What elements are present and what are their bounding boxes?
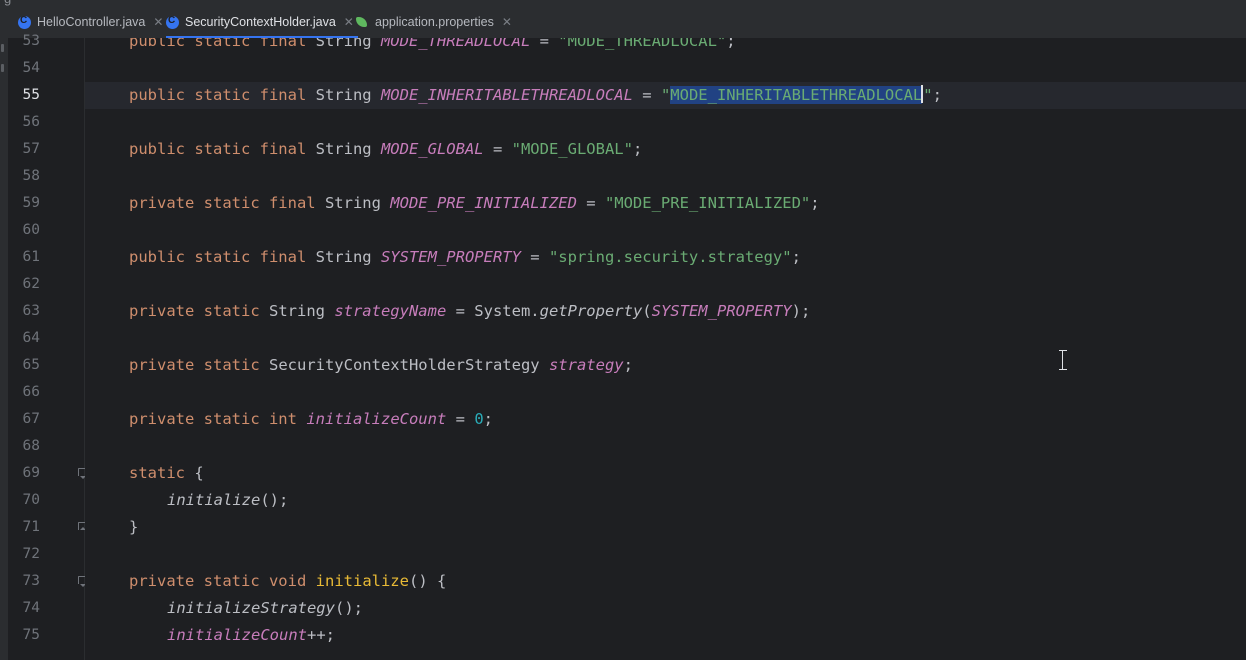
line-number: 67 xyxy=(22,411,40,427)
code-line: public static final String MODE_GLOBAL =… xyxy=(129,140,643,158)
code-line: private static void initialize() { xyxy=(129,572,447,590)
line-number: 65 xyxy=(22,357,40,373)
mouse-ibeam-cursor-icon xyxy=(1059,350,1067,370)
code-line: private static SecurityContextHolderStra… xyxy=(129,356,633,374)
line-number: 70 xyxy=(22,492,40,508)
code-line: private static String strategyName = Sys… xyxy=(129,302,811,320)
java-class-icon xyxy=(166,15,179,29)
tab-label: HelloController.java xyxy=(37,15,146,29)
editor-tab-bar: HelloController.java ✕ SecurityContextHo… xyxy=(0,6,1246,39)
line-number: 69 xyxy=(22,465,40,481)
line-number: 60 xyxy=(22,222,40,238)
text-selection: MODE_INHERITABLETHREADLOCAL xyxy=(670,86,923,104)
code-line: public static final String SYSTEM_PROPER… xyxy=(129,248,801,266)
code-line: static { xyxy=(129,464,204,482)
close-icon[interactable]: ✕ xyxy=(153,15,163,29)
left-tool-strip xyxy=(0,38,8,660)
line-number: 53 xyxy=(22,33,40,49)
code-line: } xyxy=(129,518,139,536)
code-line: initializeStrategy(); xyxy=(167,599,363,617)
code-editor[interactable]: public static final String MODE_THREADLO… xyxy=(85,38,1246,660)
editor-gutter: 53 54 55 56 57 58 59 60 61 62 63 64 65 6… xyxy=(8,33,89,660)
line-number: 63 xyxy=(22,303,40,319)
code-line-current: public static final String MODE_INHERITA… xyxy=(85,82,1246,109)
line-number: 57 xyxy=(22,141,40,157)
tool-marker[interactable] xyxy=(1,44,4,52)
line-number: 54 xyxy=(22,60,40,76)
close-icon[interactable]: ✕ xyxy=(502,15,512,29)
code-line: initializeCount++; xyxy=(167,626,335,644)
line-number: 71 xyxy=(22,519,40,535)
line-number: 64 xyxy=(22,330,40,346)
java-class-icon xyxy=(18,15,31,29)
line-number: 74 xyxy=(22,600,40,616)
tool-marker[interactable] xyxy=(1,64,4,72)
line-number: 56 xyxy=(22,114,40,130)
line-number: 75 xyxy=(22,627,40,643)
close-icon[interactable]: ✕ xyxy=(344,15,354,29)
code-line: private static final String MODE_PRE_INI… xyxy=(129,194,820,212)
tab-application-properties[interactable]: application.properties ✕ xyxy=(355,6,512,38)
spring-leaf-icon xyxy=(355,16,369,28)
line-number: 68 xyxy=(22,438,40,454)
line-number: 61 xyxy=(22,249,40,265)
tab-label: SecurityContextHolder.java xyxy=(185,15,336,29)
line-number: 62 xyxy=(22,276,40,292)
code-line: initialize(); xyxy=(167,491,289,509)
line-number: 59 xyxy=(22,195,40,211)
line-number: 55 xyxy=(22,87,40,103)
line-number: 73 xyxy=(22,573,40,589)
tab-label: application.properties xyxy=(375,15,494,29)
code-line: public static final String MODE_THREADLO… xyxy=(129,38,736,50)
line-number: 58 xyxy=(22,168,40,184)
line-number: 66 xyxy=(22,384,40,400)
tab-securitycontextholder[interactable]: SecurityContextHolder.java ✕ xyxy=(166,6,358,38)
line-number: 72 xyxy=(22,546,40,562)
code-line: private static int initializeCount = 0; xyxy=(129,410,493,428)
